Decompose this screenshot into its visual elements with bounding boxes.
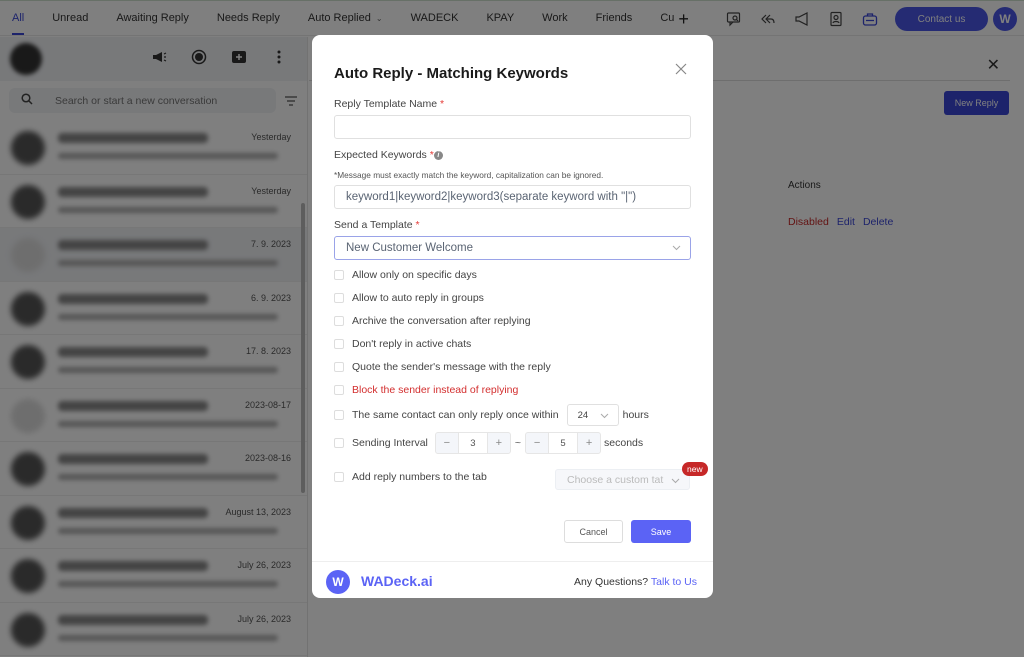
support-prompt: Any Questions? Talk to Us — [574, 576, 697, 588]
wadeck-logo: W — [326, 570, 350, 594]
select-placeholder: Choose a custom tat — [567, 473, 664, 486]
decrement-button[interactable]: − — [436, 433, 458, 453]
option-quote[interactable]: Quote the sender's message with the repl… — [334, 361, 551, 373]
modal-footer: W WADeck.ai Any Questions? Talk to Us — [312, 561, 713, 598]
option-label: Add reply numbers to the tab — [352, 471, 487, 483]
interval-min-stepper: − 3 + — [434, 432, 511, 454]
required-mark: * — [415, 219, 420, 231]
option-active-chats[interactable]: Don't reply in active chats — [334, 338, 471, 350]
increment-button[interactable]: + — [578, 433, 600, 453]
modal-title: Auto Reply - Matching Keywords — [334, 65, 569, 82]
required-mark: * — [440, 98, 445, 110]
chevron-down-icon — [672, 243, 681, 252]
custom-tab-select[interactable]: Choose a custom tat — [555, 469, 690, 490]
option-groups[interactable]: Allow to auto reply in groups — [334, 292, 484, 304]
info-icon[interactable]: i — [433, 151, 443, 160]
template-name-input[interactable] — [334, 115, 691, 139]
increment-button[interactable]: + — [488, 433, 510, 453]
option-label: Archive the conversation after replying — [352, 315, 531, 327]
option-label: Don't reply in active chats — [352, 338, 472, 350]
interval-max-value[interactable]: 5 — [548, 433, 579, 453]
option-label: Quote the sender's message with the repl… — [352, 361, 551, 373]
option-label: Allow to auto reply in groups — [352, 292, 484, 304]
option-archive[interactable]: Archive the conversation after replying — [334, 315, 531, 327]
checkbox[interactable] — [334, 438, 344, 448]
option-label: The same contact can only reply once wit… — [352, 409, 559, 421]
new-badge: new — [682, 462, 708, 476]
decrement-button[interactable]: − — [526, 433, 548, 453]
cancel-button[interactable]: Cancel — [564, 520, 623, 543]
checkbox[interactable] — [334, 270, 344, 280]
hours-value: 24 — [577, 409, 589, 421]
save-button[interactable]: Save — [631, 520, 691, 543]
template-name-label: Reply Template Name * — [334, 98, 444, 110]
option-block-sender[interactable]: Block the sender instead of replying — [334, 384, 518, 396]
option-label: Allow only on specific days — [352, 269, 477, 281]
keywords-label: Expected Keywords * i — [334, 149, 443, 161]
checkbox[interactable] — [334, 410, 344, 420]
close-icon[interactable] — [675, 63, 689, 77]
label-text: Send a Template — [334, 219, 413, 231]
unit-label: hours — [622, 409, 649, 421]
checkbox[interactable] — [334, 472, 344, 482]
option-label: Block the sender instead of replying — [352, 384, 519, 396]
talk-to-us-link[interactable]: Talk to Us — [651, 576, 697, 588]
interval-max-stepper: − 5 + — [525, 432, 602, 454]
checkbox[interactable] — [334, 316, 344, 326]
keywords-hint: *Message must exactly match the keyword,… — [334, 170, 604, 180]
question-text: Any Questions? — [574, 576, 649, 588]
template-select[interactable]: New Customer Welcome — [334, 236, 691, 260]
label-text: Reply Template Name — [334, 98, 438, 110]
option-once-within: The same contact can only reply once wit… — [334, 404, 649, 426]
unit-label: seconds — [604, 437, 644, 449]
checkbox[interactable] — [334, 339, 344, 349]
brand-name: WADeck.ai — [361, 573, 433, 589]
range-separator: ~ — [514, 437, 522, 449]
checkbox[interactable] — [334, 293, 344, 303]
auto-reply-modal: Auto Reply - Matching Keywords Reply Tem… — [312, 35, 713, 598]
interval-min-value[interactable]: 3 — [457, 433, 488, 453]
label-text: Expected Keywords — [334, 149, 427, 161]
chevron-down-icon — [671, 476, 680, 485]
template-label: Send a Template * — [334, 219, 420, 231]
checkbox[interactable] — [334, 362, 344, 372]
option-label: Sending Interval — [352, 437, 428, 449]
chevron-down-icon — [600, 411, 609, 420]
option-sending-interval: Sending Interval − 3 + ~ − 5 + seconds — [334, 432, 643, 454]
keywords-input[interactable] — [334, 185, 691, 209]
checkbox[interactable] — [334, 385, 344, 395]
hours-select[interactable]: 24 — [566, 404, 619, 426]
option-specific-days[interactable]: Allow only on specific days — [334, 269, 477, 281]
selected-template: New Customer Welcome — [346, 242, 473, 254]
option-add-to-tab[interactable]: Add reply numbers to the tab — [334, 471, 487, 483]
